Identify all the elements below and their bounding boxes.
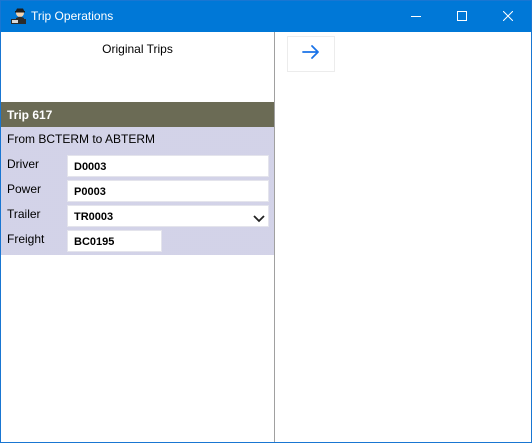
trailer-value: TR0003 <box>74 211 114 223</box>
title-bar[interactable]: Trip Operations <box>1 1 531 32</box>
trip-route: From BCTERM to ABTERM <box>7 132 156 146</box>
trip-operations-window: Trip Operations Original Trips Trip 617 … <box>0 0 532 443</box>
section-title: Original Trips <box>102 42 173 56</box>
original-trips-pane: Original Trips Trip 617 From BCTERM to A… <box>1 32 274 442</box>
power-field[interactable]: P0003 <box>67 180 269 202</box>
freight-value: BC0195 <box>74 236 115 248</box>
freight-field[interactable]: BC0195 <box>67 230 162 252</box>
close-icon <box>502 8 514 26</box>
driver-app-icon <box>10 7 27 25</box>
minimize-button[interactable] <box>393 1 439 32</box>
trip-number: Trip 617 <box>7 108 53 122</box>
maximize-button[interactable] <box>439 1 485 32</box>
trailer-label: Trailer <box>7 207 41 221</box>
chevron-down-icon[interactable] <box>253 211 265 223</box>
close-button[interactable] <box>485 1 531 32</box>
driver-value: D0003 <box>74 161 107 173</box>
driver-label: Driver <box>7 157 39 171</box>
freight-label: Freight <box>7 232 45 246</box>
power-value: P0003 <box>74 186 106 198</box>
power-label: Power <box>7 182 42 196</box>
maximize-icon <box>457 8 467 26</box>
driver-field[interactable]: D0003 <box>67 155 269 177</box>
arrow-right-icon <box>301 44 321 65</box>
trip-header[interactable]: Trip 617 <box>1 102 274 127</box>
trailer-dropdown[interactable]: TR0003 <box>67 205 269 227</box>
minimize-icon <box>411 8 421 26</box>
target-pane <box>275 32 531 442</box>
move-trip-button[interactable] <box>287 36 335 72</box>
trip-card: From BCTERM to ABTERM Driver D0003 Power… <box>1 127 274 255</box>
window-title: Trip Operations <box>31 9 114 23</box>
